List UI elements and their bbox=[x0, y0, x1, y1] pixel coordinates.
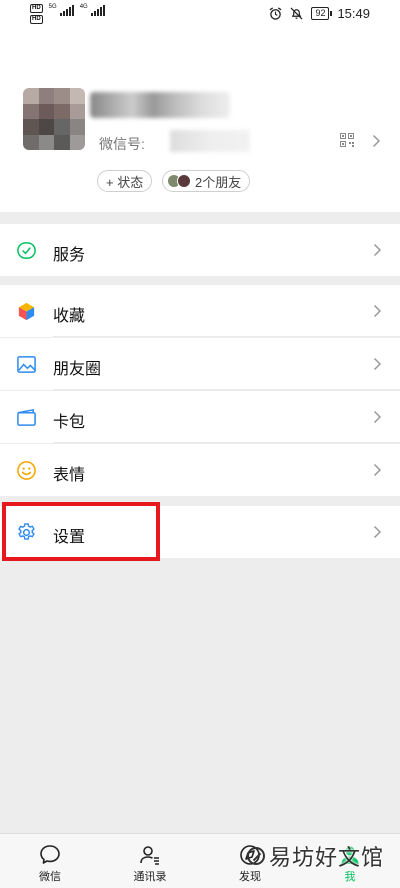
menu-item-moments[interactable]: 朋友圈 bbox=[0, 338, 400, 390]
chat-bubble-icon bbox=[40, 845, 60, 864]
friend-avatar bbox=[177, 174, 191, 188]
chevron-right-icon bbox=[373, 463, 382, 477]
hd-badge-1: HD bbox=[30, 4, 43, 13]
menu-item-cards[interactable]: 卡包 bbox=[0, 391, 400, 443]
settings-highlight-box bbox=[2, 502, 160, 561]
tab-chats[interactable]: 微信 bbox=[0, 834, 100, 888]
friends-status-button[interactable]: 2个朋友 bbox=[162, 170, 251, 192]
hd-badge-2: HD bbox=[30, 15, 43, 24]
tab-chats-label: 微信 bbox=[39, 871, 61, 883]
avatar[interactable] bbox=[23, 88, 85, 150]
alarm-icon bbox=[270, 7, 282, 20]
profile-header[interactable]: 微信号: + 状态 2个朋友 bbox=[0, 30, 400, 212]
add-status-label: + 状态 bbox=[106, 174, 144, 190]
favorites-label: 收藏 bbox=[53, 308, 86, 325]
add-status-button[interactable]: + 状态 bbox=[97, 170, 153, 192]
moments-label: 朋友圈 bbox=[53, 361, 102, 378]
cards-label: 卡包 bbox=[53, 414, 86, 431]
menu-item-favorites[interactable]: 收藏 bbox=[0, 285, 400, 337]
signal-icon-1: 5G bbox=[49, 4, 74, 16]
contacts-person-icon bbox=[140, 846, 159, 865]
wechat-id-label: 微信号: bbox=[99, 136, 145, 152]
chevron-right-icon bbox=[373, 304, 382, 318]
card-wallet-icon bbox=[17, 408, 36, 426]
signal-icon-2: 4G bbox=[80, 4, 105, 16]
stickers-label: 表情 bbox=[53, 467, 86, 484]
clock: 15:49 bbox=[337, 6, 370, 21]
tab-contacts[interactable]: 通讯录 bbox=[100, 834, 200, 888]
watermark: 易坊好文馆 bbox=[247, 840, 384, 872]
wechat-id-redacted bbox=[170, 130, 250, 152]
nickname-redacted bbox=[90, 92, 230, 118]
chevron-right-icon bbox=[372, 134, 381, 148]
watermark-text: 易坊好文馆 bbox=[269, 846, 385, 871]
status-bar: HD HD 5G 4G 92 15:49 bbox=[0, 0, 400, 30]
chevron-right-icon bbox=[373, 243, 382, 257]
mute-bell-icon bbox=[290, 7, 303, 20]
chevron-right-icon bbox=[373, 525, 382, 539]
battery-icon: 92 bbox=[311, 7, 333, 20]
menu-item-stickers[interactable]: 表情 bbox=[0, 444, 400, 496]
smiley-icon bbox=[17, 461, 36, 480]
moments-picture-icon bbox=[17, 356, 36, 373]
chevron-right-icon bbox=[373, 410, 382, 424]
services-label: 服务 bbox=[53, 247, 86, 264]
qr-code-icon[interactable] bbox=[340, 133, 354, 147]
tab-contacts-label: 通讯录 bbox=[133, 871, 167, 883]
friends-count-label: 2个朋友 bbox=[195, 174, 242, 190]
chevron-right-icon bbox=[373, 357, 382, 371]
favorites-cube-icon bbox=[18, 302, 35, 321]
services-icon bbox=[17, 242, 36, 259]
network-indicators: HD HD 5G 4G bbox=[30, 4, 105, 24]
watermark-logo-icon bbox=[247, 847, 265, 865]
menu-item-services[interactable]: 服务 bbox=[0, 224, 400, 276]
